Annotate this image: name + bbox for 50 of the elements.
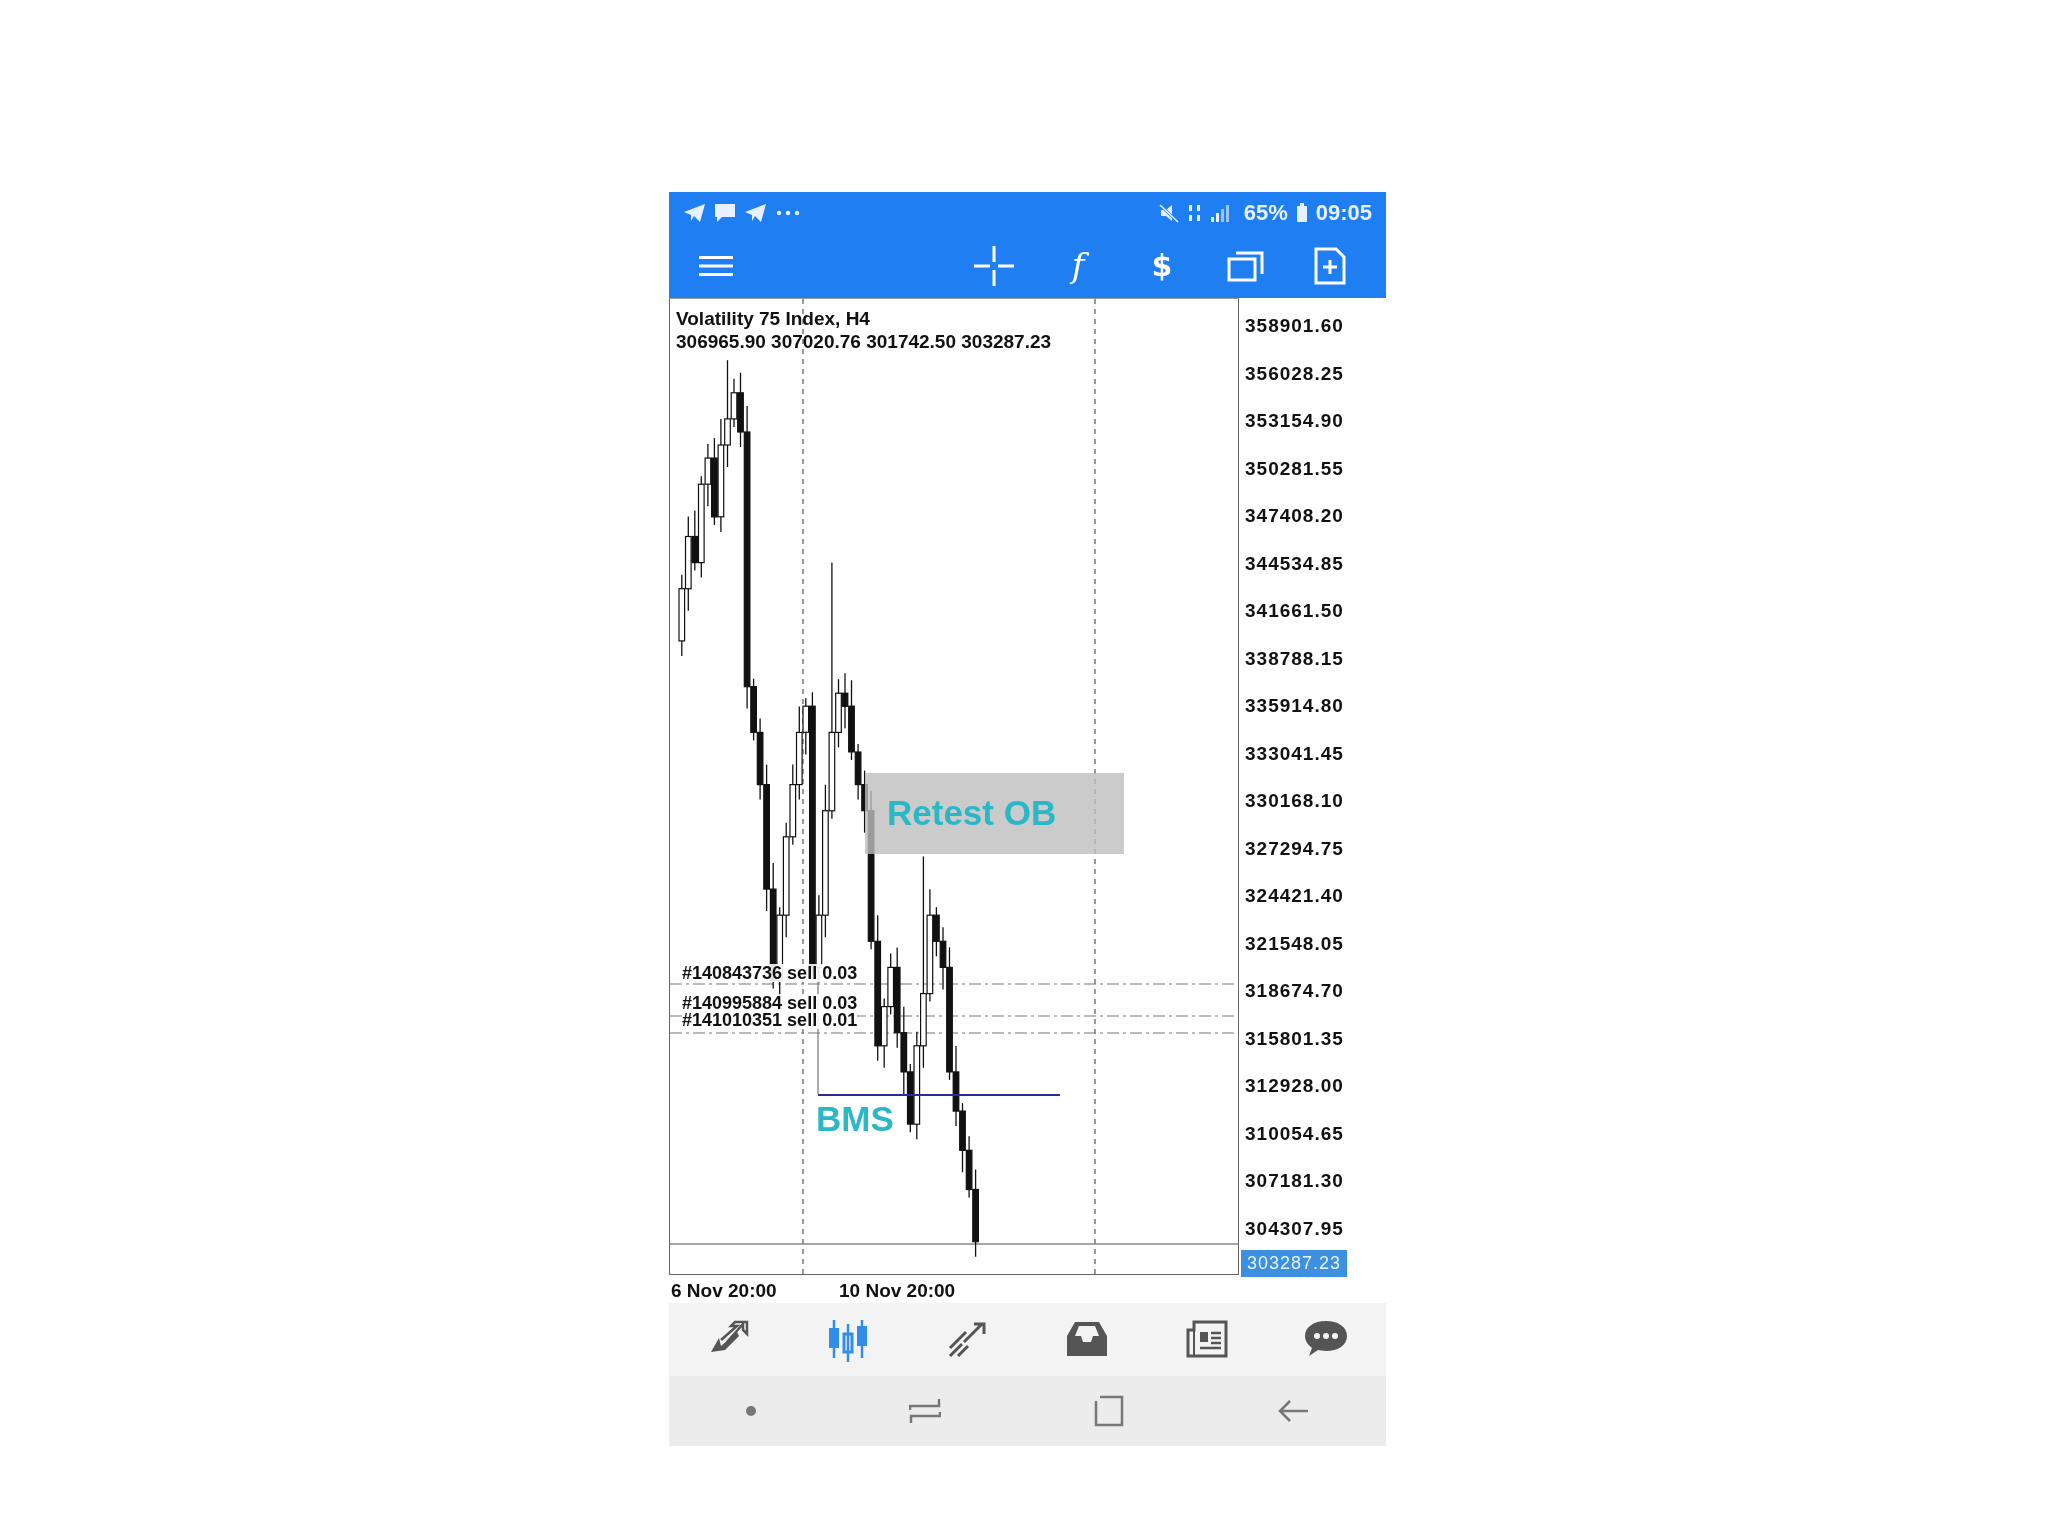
price-label: 341661.50 xyxy=(1245,598,1344,623)
order-label: #140843736 sell 0.03 xyxy=(682,964,858,982)
dot-icon[interactable] xyxy=(745,1405,758,1417)
price-label: 353154.90 xyxy=(1245,408,1344,433)
price-label: 321548.05 xyxy=(1245,931,1344,956)
time-label: 6 Nov 20:00 xyxy=(671,1279,777,1303)
ohlc-values: 306965.90 307020.76 301742.50 303287.23 xyxy=(676,330,1052,353)
order-label: #140995884 sell 0.03 xyxy=(682,994,858,1012)
price-label: 330168.10 xyxy=(1245,788,1344,813)
trade-button[interactable]: $ xyxy=(1132,240,1192,291)
telegram-icon xyxy=(744,202,767,223)
price-label: 327294.75 xyxy=(1245,836,1344,861)
price-label: 318674.70 xyxy=(1245,978,1344,1003)
price-label: 338788.15 xyxy=(1245,646,1344,671)
signal-icon xyxy=(1209,202,1232,223)
recent-apps-icon[interactable] xyxy=(909,1398,942,1424)
mute-icon xyxy=(1157,202,1180,223)
function-button[interactable]: f xyxy=(1048,240,1108,291)
windows-icon[interactable] xyxy=(1227,249,1265,282)
network-icon xyxy=(1187,202,1202,223)
price-label: 324421.40 xyxy=(1245,883,1344,908)
price-label: 358901.60 xyxy=(1245,313,1344,338)
price-label: 335914.80 xyxy=(1245,693,1344,718)
price-label: 304307.95 xyxy=(1245,1216,1344,1241)
message-icon xyxy=(714,202,736,223)
price-label: 315801.35 xyxy=(1245,1026,1344,1051)
telegram-icon xyxy=(683,202,706,223)
annotation-label: Retest OB xyxy=(865,773,1124,854)
price-label: 356028.25 xyxy=(1245,361,1344,386)
home-icon[interactable] xyxy=(1093,1395,1126,1427)
annotation-label: BMS xyxy=(816,1099,894,1139)
current-price-tag: 303287.23 xyxy=(1241,1250,1348,1277)
time-label: 10 Nov 20:00 xyxy=(839,1279,956,1303)
menu-icon[interactable] xyxy=(699,254,733,277)
price-label: 307181.30 xyxy=(1245,1168,1344,1193)
new-document-icon[interactable] xyxy=(1314,246,1346,285)
clock: 09:05 xyxy=(1315,199,1372,227)
battery-level: 65% xyxy=(1243,199,1288,227)
more-icon xyxy=(775,208,801,217)
price-label: 347408.20 xyxy=(1245,503,1344,528)
price-label: 333041.45 xyxy=(1245,741,1344,766)
battery-icon xyxy=(1295,202,1308,223)
price-label: 344534.85 xyxy=(1245,551,1344,576)
crosshair-icon[interactable] xyxy=(974,245,1014,286)
back-icon[interactable] xyxy=(1277,1398,1310,1424)
chart-symbol: Volatility 75 Index, H4 xyxy=(676,307,871,330)
price-label: 312928.00 xyxy=(1245,1073,1344,1098)
order-label: #141010351 sell 0.01 xyxy=(682,1011,858,1029)
price-label: 310054.65 xyxy=(1245,1121,1344,1146)
price-label: 350281.55 xyxy=(1245,456,1344,481)
